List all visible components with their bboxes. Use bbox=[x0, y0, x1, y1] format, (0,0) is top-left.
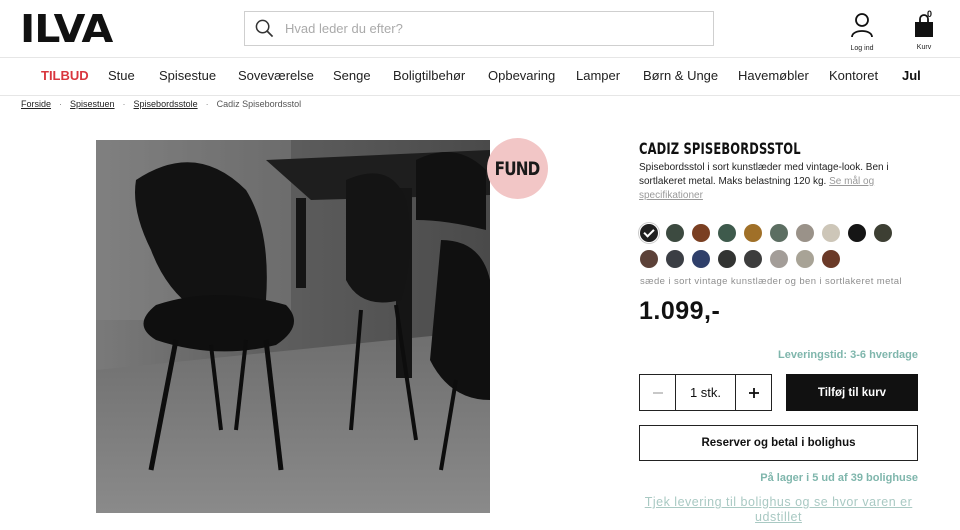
nav-item-tilbud[interactable]: TILBUD bbox=[41, 68, 89, 83]
swatch-11[interactable] bbox=[640, 250, 658, 268]
breadcrumb-link-spisebordsstole[interactable]: Spisebordsstole bbox=[134, 99, 198, 109]
nav-item-jul[interactable]: Jul bbox=[902, 68, 921, 83]
search-input[interactable] bbox=[285, 13, 713, 44]
account-link[interactable]: Log ind bbox=[842, 12, 882, 52]
swatch-8[interactable] bbox=[822, 224, 840, 242]
reserve-in-store-button[interactable]: Reserver og betal i bolighus bbox=[639, 425, 918, 461]
nav-item-senge[interactable]: Senge bbox=[333, 68, 371, 83]
quantity-value[interactable]: 1 stk. bbox=[676, 375, 735, 410]
nav-item-spisestue[interactable]: Spisestue bbox=[159, 68, 216, 83]
breadcrumb-separator: · bbox=[205, 99, 209, 109]
breadcrumb: Forside · Spisestuen · Spisebordsstole · Cadiz… bbox=[21, 99, 301, 109]
breadcrumb-link-spisestuen[interactable]: Spisestuen bbox=[70, 99, 115, 109]
swatch-6[interactable] bbox=[770, 224, 788, 242]
swatch-18[interactable] bbox=[822, 250, 840, 268]
breadcrumb-current: Cadiz Spisebordsstol bbox=[216, 99, 302, 109]
swatch-1[interactable] bbox=[640, 224, 658, 242]
check-store-delivery-link[interactable]: Tjek levering til bolighus og se hvor va… bbox=[639, 495, 918, 525]
quantity-stepper: 1 stk. bbox=[639, 374, 772, 411]
nav-item-lamper[interactable]: Lamper bbox=[576, 68, 620, 83]
swatch-14[interactable] bbox=[718, 250, 736, 268]
product-price: 1.099,- bbox=[639, 297, 721, 325]
product-image[interactable] bbox=[96, 140, 490, 513]
add-to-cart-button[interactable]: Tilføj til kurv bbox=[786, 374, 918, 411]
swatch-10[interactable] bbox=[874, 224, 892, 242]
ilva-logo[interactable]: ILVA bbox=[20, 10, 113, 48]
swatch-4[interactable] bbox=[718, 224, 736, 242]
fund-badge: FUND bbox=[487, 138, 548, 199]
breadcrumb-link-forside[interactable]: Forside bbox=[21, 99, 51, 109]
breadcrumb-separator: · bbox=[59, 99, 63, 109]
cart-link[interactable]: 0 Kurv bbox=[905, 9, 943, 51]
breadcrumb-separator: · bbox=[122, 99, 126, 109]
nav-item-sovevaerelse[interactable]: Soveværelse bbox=[238, 68, 314, 83]
account-label: Log ind bbox=[850, 45, 874, 52]
user-icon bbox=[850, 13, 874, 42]
search-bar[interactable] bbox=[244, 11, 714, 46]
nav-item-boligtilbehor[interactable]: Boligtilbehør bbox=[393, 68, 465, 83]
swatch-2[interactable] bbox=[666, 224, 684, 242]
product-title: CADIZ SPISEBORDSSTOL bbox=[639, 139, 801, 158]
bag-icon bbox=[914, 14, 934, 42]
swatch-17[interactable] bbox=[796, 250, 814, 268]
cart-count-badge: 0 bbox=[927, 9, 933, 19]
swatch-12[interactable] bbox=[666, 250, 684, 268]
nav-item-kontoret[interactable]: Kontoret bbox=[829, 68, 878, 83]
swatch-13[interactable] bbox=[692, 250, 710, 268]
delivery-time: Leveringstid: 3-6 hverdage bbox=[778, 349, 918, 361]
variant-label: sæde i sort vintage kunstlæder og ben i … bbox=[640, 276, 903, 287]
swatch-5[interactable] bbox=[744, 224, 762, 242]
nav-item-opbevaring[interactable]: Opbevaring bbox=[488, 68, 555, 83]
minus-icon bbox=[652, 391, 663, 394]
search-icon[interactable] bbox=[254, 19, 274, 39]
plus-icon bbox=[748, 387, 759, 398]
swatch-15[interactable] bbox=[744, 250, 762, 268]
swatch-9[interactable] bbox=[848, 224, 866, 242]
decrease-quantity-button[interactable] bbox=[640, 375, 676, 410]
nav-item-stue[interactable]: Stue bbox=[108, 68, 135, 83]
swatch-16[interactable] bbox=[770, 250, 788, 268]
increase-quantity-button[interactable] bbox=[735, 375, 771, 410]
nav-item-havemobler[interactable]: Havemøbler bbox=[738, 68, 809, 83]
product-description: Spisebordsstol i sort kunstlæder med vin… bbox=[639, 161, 909, 203]
cart-label: Kurv bbox=[916, 44, 932, 51]
main-navigation: TILBUD Stue Spisestue Soveværelse Senge … bbox=[0, 57, 960, 96]
swatch-3[interactable] bbox=[692, 224, 710, 242]
nav-item-born-unge[interactable]: Børn & Unge bbox=[643, 68, 718, 83]
stock-status: På lager i 5 ud af 39 bolighuse bbox=[760, 472, 918, 484]
swatch-7[interactable] bbox=[796, 224, 814, 242]
fund-badge-text: FUND bbox=[495, 157, 541, 180]
